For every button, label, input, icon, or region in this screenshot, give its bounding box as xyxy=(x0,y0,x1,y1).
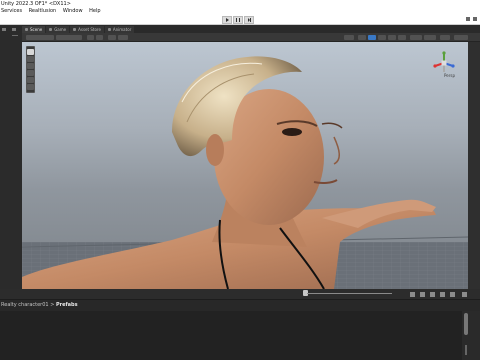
scene-view-options[interactable] xyxy=(440,35,450,40)
zoom-slider-track[interactable] xyxy=(307,293,392,294)
menu-item-window[interactable]: Window xyxy=(63,8,83,15)
tab-asset-store-label: Asset Store xyxy=(78,27,101,32)
step-icon xyxy=(247,18,251,22)
window-title: Unity 2022.3 OF1* <DX11> xyxy=(0,0,480,8)
scale-tool[interactable] xyxy=(27,70,34,76)
gizmo-label: Persp xyxy=(444,73,455,78)
scene-view-menu[interactable] xyxy=(454,35,468,40)
search-by-type-icon[interactable] xyxy=(440,292,445,297)
tab-asset-store[interactable]: Asset Store xyxy=(70,26,104,33)
unity-editor-window: Unity 2022.3 OF1* <DX11> Services Realtl… xyxy=(0,0,480,360)
camera-settings-button[interactable] xyxy=(410,35,422,40)
scene-icon xyxy=(25,28,28,31)
project-asset-grid[interactable] xyxy=(0,311,462,360)
pivot-dropdown[interactable] xyxy=(26,35,54,40)
gizmos-toggle[interactable] xyxy=(424,35,436,40)
rect-tool[interactable] xyxy=(27,77,34,83)
breadcrumb: Realty character01 > Prefabs xyxy=(1,301,78,310)
draw-mode-dropdown[interactable] xyxy=(344,35,354,40)
tab-animator[interactable]: Animator xyxy=(104,26,135,33)
effects-toggle[interactable] xyxy=(388,35,396,40)
dock-icons xyxy=(2,28,18,36)
pause-icon xyxy=(236,18,240,22)
layers-icon[interactable] xyxy=(473,17,477,21)
menu-item-services[interactable]: Services xyxy=(1,8,22,15)
project-toolbar xyxy=(0,289,480,300)
menu-bar: Services Realtlusion Window Help xyxy=(0,8,480,15)
breadcrumb-item-current[interactable]: Prefabs xyxy=(56,302,78,308)
breadcrumb-item[interactable]: Realty character01 xyxy=(1,302,49,308)
transform-tool[interactable] xyxy=(27,84,34,90)
play-controls xyxy=(222,16,254,24)
menu-item-help[interactable]: Help xyxy=(89,8,100,15)
tab-scene-label: Scene xyxy=(30,27,43,32)
scene-tab-bar: Scene Game Asset Store Animator xyxy=(22,25,480,33)
snap-increment-button[interactable] xyxy=(96,35,103,40)
step-button[interactable] xyxy=(244,16,254,24)
create-icon[interactable] xyxy=(410,292,415,297)
chevron-right-icon: > xyxy=(50,302,55,308)
hidden-objects-toggle[interactable] xyxy=(398,35,406,40)
play-toolbar xyxy=(0,15,480,25)
play-button[interactable] xyxy=(222,16,232,24)
lock-icon[interactable] xyxy=(462,292,467,297)
audio-toggle[interactable] xyxy=(378,35,386,40)
move-tool[interactable] xyxy=(27,56,34,62)
scene-viewport[interactable]: Persp xyxy=(22,42,468,289)
space-dropdown[interactable] xyxy=(56,35,82,40)
tab-game-label: Game xyxy=(54,27,67,32)
lighting-toggle[interactable] xyxy=(368,35,376,40)
lock-icon[interactable] xyxy=(465,345,467,355)
game-icon xyxy=(49,28,53,31)
filter-icon[interactable] xyxy=(420,292,425,297)
menu-item-realtlusion[interactable]: Realtlusion xyxy=(29,8,57,15)
inspector-panel-edge xyxy=(468,42,480,289)
asset-store-icon xyxy=(73,28,77,31)
play-icon xyxy=(225,18,229,22)
grid-settings-button[interactable] xyxy=(118,35,128,40)
grid-snap-button[interactable] xyxy=(87,35,94,40)
rotate-tool[interactable] xyxy=(27,63,34,69)
search-icon[interactable] xyxy=(466,17,470,21)
pause-button[interactable] xyxy=(233,16,243,24)
tab-game[interactable]: Game xyxy=(46,26,70,33)
grid-button[interactable] xyxy=(108,35,116,40)
hand-tool[interactable] xyxy=(27,49,34,55)
scene-render xyxy=(22,56,468,289)
2d-toggle[interactable] xyxy=(358,35,366,40)
star-icon[interactable] xyxy=(450,292,455,297)
tab-animator-label: Animator xyxy=(112,27,132,32)
scene-tools-overlay xyxy=(26,46,35,93)
hierarchy-panel-edge xyxy=(0,25,22,290)
animator-icon xyxy=(107,28,111,31)
project-panel: Realty character01 > Prefabs xyxy=(0,289,480,360)
tab-scene[interactable]: Scene xyxy=(22,26,46,33)
label-icon[interactable] xyxy=(430,292,435,297)
scrollbar-thumb[interactable] xyxy=(464,313,468,335)
scene-toolbar xyxy=(22,33,480,42)
project-scrollbar[interactable] xyxy=(462,311,480,360)
